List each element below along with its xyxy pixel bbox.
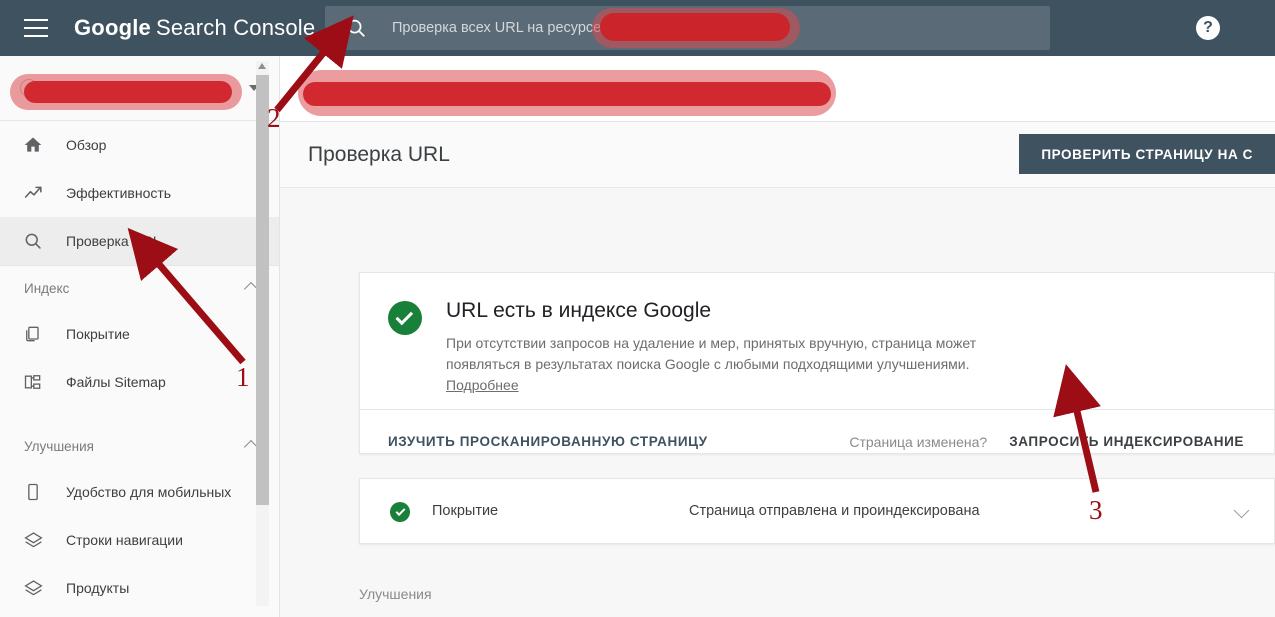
search-icon — [345, 17, 367, 39]
hamburger-menu-icon[interactable] — [24, 19, 48, 37]
sidebar-item-performance[interactable]: Эффективность — [0, 169, 279, 217]
green-check-circle-icon — [388, 301, 422, 335]
page-header: Проверка URL ПРОВЕРИТЬ СТРАНИЦУ НА С — [280, 122, 1275, 188]
annotation-number-1: 1 — [236, 362, 250, 392]
brand-search-console: Search Console — [155, 15, 316, 40]
app-root: Google Search Console Проверка всех URL н… — [0, 0, 1275, 617]
annotation-number-2: 2 — [267, 103, 281, 133]
home-icon — [22, 134, 44, 156]
app-brand: Google Search Console — [74, 15, 315, 41]
sidebar-item-products[interactable]: Продукты — [0, 564, 279, 612]
coverage-row-status: Страница отправлена и проиндексирована — [689, 503, 980, 519]
redaction-mark-search-core — [600, 13, 790, 41]
sidebar-item-url-inspection[interactable]: Проверка URL — [0, 217, 279, 265]
brand-google: Google — [74, 15, 151, 40]
sidebar-item-label: Продукты — [66, 580, 130, 596]
url-status-description: При отсутствии запросов на удаление и ме… — [446, 335, 977, 372]
sidebar-item-label: Покрытие — [66, 326, 130, 342]
layers-icon — [22, 529, 44, 551]
redaction-mark-property-core — [24, 81, 232, 103]
test-live-url-button[interactable]: ПРОВЕРИТЬ СТРАНИЦУ НА С — [1019, 134, 1275, 174]
coverage-row[interactable]: Покрытие Страница отправлена и проиндекс… — [359, 478, 1275, 544]
sidebar-item-breadcrumbs[interactable]: Строки навигации — [0, 516, 279, 564]
content-area: Проверка URL ПРОВЕРИТЬ СТРАНИЦУ НА С URL… — [280, 56, 1275, 617]
chevron-down-icon[interactable] — [1234, 503, 1250, 519]
sitemap-icon — [22, 371, 44, 393]
url-status-body: URL есть в индексе Google При отсутствии… — [360, 273, 1274, 409]
page-title: Проверка URL — [308, 142, 450, 166]
inspect-crawled-page-button[interactable]: ИЗУЧИТЬ ПРОСКАНИРОВАННУЮ СТРАНИЦУ — [388, 434, 708, 449]
sidebar-scrollbar[interactable] — [256, 61, 269, 606]
sidebar-item-label: Проверка URL — [66, 233, 161, 249]
annotation-number-3: 3 — [1089, 495, 1103, 525]
url-status-text: URL есть в индексе Google При отсутствии… — [446, 299, 1046, 395]
url-status-actions: ИЗУЧИТЬ ПРОСКАНИРОВАННУЮ СТРАНИЦУ Страни… — [360, 409, 1274, 473]
sidebar-item-label: Файлы Sitemap — [66, 374, 166, 390]
check-mark — [395, 505, 405, 516]
green-check-circle-icon — [390, 502, 410, 522]
enhancements-section-label: Улучшения — [359, 586, 432, 602]
trending-up-icon — [22, 182, 44, 204]
redaction-mark-url-core — [303, 82, 831, 106]
layers-icon — [22, 577, 44, 599]
sidebar-item-overview[interactable]: Обзор — [0, 121, 279, 169]
sidebar-group-index[interactable]: Индекс — [0, 266, 279, 310]
coverage-row-name: Покрытие — [432, 503, 499, 519]
mobile-phone-icon — [22, 481, 44, 503]
request-indexing-button[interactable]: ЗАПРОСИТЬ ИНДЕКСИРОВАНИЕ — [1009, 434, 1244, 449]
check-mark — [395, 307, 414, 325]
learn-more-link[interactable]: Подробнее — [446, 377, 519, 393]
search-icon — [22, 230, 44, 252]
pages-copy-icon — [22, 323, 44, 345]
sidebar-item-label: Эффективность — [66, 185, 172, 201]
sidebar-item-mobile-usability[interactable]: Удобство для мобильных — [0, 468, 279, 516]
sidebar-item-coverage[interactable]: Покрытие — [0, 310, 279, 358]
sidebar-group-enhancements[interactable]: Улучшения — [0, 424, 279, 468]
scrollbar-thumb[interactable] — [256, 75, 269, 505]
sidebar-item-label: Удобство для мобильных — [66, 484, 232, 500]
scroll-up-arrow-icon[interactable] — [258, 63, 266, 69]
url-status-card: URL есть в индексе Google При отсутствии… — [359, 272, 1275, 454]
url-status-title: URL есть в индексе Google — [446, 299, 712, 322]
sidebar-group-label: Улучшения — [24, 438, 94, 454]
sidebar-item-label: Строки навигации — [66, 532, 183, 548]
page-changed-label: Страница изменена? — [849, 433, 988, 450]
search-input-placeholder[interactable]: Проверка всех URL на ресурсе — [392, 20, 601, 36]
sidebar-item-label: Обзор — [66, 137, 107, 153]
help-icon[interactable]: ? — [1196, 16, 1220, 40]
sidebar-group-label: Индекс — [24, 280, 70, 296]
sidebar: Обзор Эффективность Проверка URL Индекс … — [0, 56, 280, 617]
